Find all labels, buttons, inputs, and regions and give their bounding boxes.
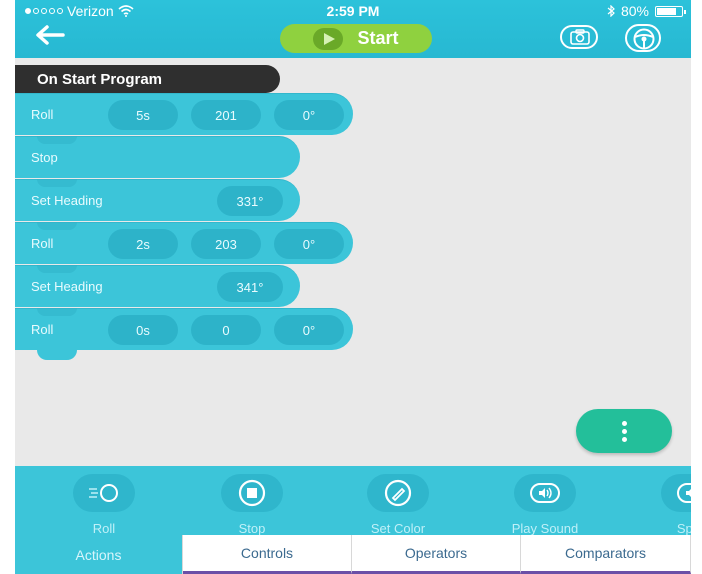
stop-block[interactable]: Stop: [15, 136, 300, 178]
palette-label: Spea: [676, 521, 691, 536]
bluetooth-icon: [607, 5, 615, 17]
sound-icon: [514, 474, 576, 512]
duration-param[interactable]: 0s: [108, 315, 178, 345]
heading-param[interactable]: 331°: [217, 186, 283, 216]
set-heading-block[interactable]: Set Heading 331°: [15, 179, 300, 221]
roll-icon: [73, 474, 135, 512]
more-options-button[interactable]: [576, 409, 672, 453]
status-right: 80%: [607, 3, 686, 19]
block-label: Stop: [31, 150, 58, 165]
status-time: 2:59 PM: [326, 3, 380, 19]
palette-label: Set Color: [370, 521, 426, 536]
category-tabs: Actions Controls Operators Comparators: [15, 535, 691, 574]
heading-param[interactable]: 0°: [274, 229, 344, 259]
palette-label: Roll: [92, 521, 116, 536]
tab-comparators[interactable]: Comparators: [521, 535, 691, 574]
palette-speak[interactable]: Spea: [637, 474, 691, 536]
tab-actions[interactable]: Actions: [15, 535, 183, 574]
program-canvas[interactable]: On Start Program Roll 5s 201 0° Stop Set…: [15, 58, 691, 466]
battery-percent: 80%: [620, 3, 649, 19]
heading-param[interactable]: 0°: [274, 315, 344, 345]
palette-roll[interactable]: Roll: [49, 474, 159, 536]
heading-param[interactable]: 341°: [217, 272, 283, 302]
back-arrow-icon[interactable]: [35, 24, 69, 50]
palette-stop[interactable]: Stop: [197, 474, 307, 536]
roll-block[interactable]: Roll 0s 0 0°: [15, 308, 353, 350]
header-bar: Verizon 2:59 PM 80% Start: [15, 0, 691, 58]
program-title[interactable]: On Start Program: [15, 65, 280, 93]
block-label: Roll: [31, 107, 54, 122]
start-button[interactable]: Start: [280, 24, 432, 53]
set-heading-block[interactable]: Set Heading 341°: [15, 265, 300, 307]
palette-set-color[interactable]: Set Color: [343, 474, 453, 536]
speak-icon: [661, 474, 691, 512]
duration-param[interactable]: 5s: [108, 100, 178, 130]
duration-param[interactable]: 2s: [108, 229, 178, 259]
roll-block[interactable]: Roll 2s 203 0°: [15, 222, 353, 264]
block-label: Roll: [31, 322, 54, 337]
speed-param[interactable]: 203: [191, 229, 261, 259]
camera-icon[interactable]: [560, 25, 598, 49]
block-tail: [37, 350, 77, 360]
more-vert-icon: [621, 420, 627, 426]
app-screen: Verizon 2:59 PM 80% Start On Start Progr…: [15, 0, 691, 574]
battery-icon: [655, 5, 686, 17]
speed-param[interactable]: 0: [191, 315, 261, 345]
command-palette: Roll Stop Set Color Play Sound Sp: [15, 466, 691, 536]
status-bar: Verizon 2:59 PM 80%: [15, 0, 691, 22]
palette-label: Stop: [238, 521, 266, 536]
heading-param[interactable]: 0°: [274, 100, 344, 130]
palette-play-sound[interactable]: Play Sound: [490, 474, 600, 536]
start-label: Start: [357, 28, 399, 48]
block-label: Set Heading: [31, 279, 103, 294]
color-icon: [367, 474, 429, 512]
play-icon: [313, 27, 344, 50]
tab-operators[interactable]: Operators: [352, 535, 521, 574]
speed-param[interactable]: 201: [191, 100, 261, 130]
block-label: Set Heading: [31, 193, 103, 208]
tab-controls[interactable]: Controls: [183, 535, 352, 574]
roll-block[interactable]: Roll 5s 201 0°: [15, 93, 353, 135]
steering-wheel-icon[interactable]: [625, 24, 661, 52]
palette-label: Play Sound: [511, 521, 579, 536]
block-label: Roll: [31, 236, 54, 251]
stop-icon: [221, 474, 283, 512]
